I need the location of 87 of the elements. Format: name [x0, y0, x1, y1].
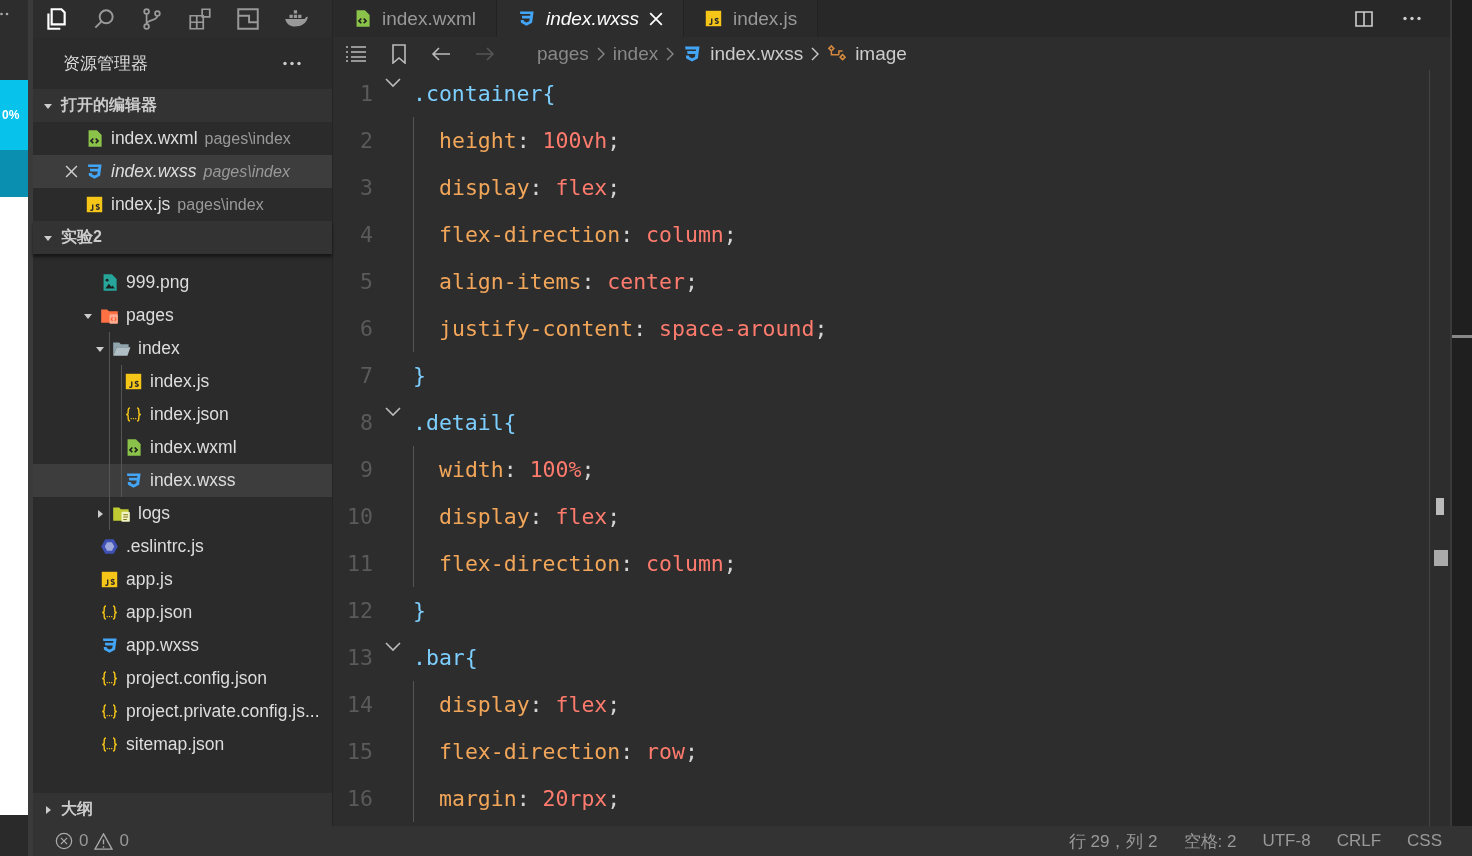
- zoom-level: 0%: [2, 108, 20, 122]
- code-line: flex-direction: column;: [413, 540, 737, 587]
- braces-icon: [124, 405, 143, 424]
- encoding[interactable]: UTF-8: [1262, 831, 1311, 851]
- code-line: display: flex;: [413, 493, 621, 540]
- code-line: height: 100vh;: [413, 117, 621, 164]
- tree-item[interactable]: .eslintrc.js: [33, 530, 332, 563]
- tree-item[interactable]: project.private.config.js...: [33, 695, 332, 728]
- js-file-icon: [124, 372, 143, 391]
- tree-item[interactable]: app.wxss: [33, 629, 332, 662]
- layout-icon[interactable]: [235, 5, 261, 32]
- code-line: .bar{: [413, 644, 478, 672]
- code-line: align-items: center;: [413, 258, 698, 305]
- split-editor-icon[interactable]: [1354, 8, 1374, 29]
- indentation[interactable]: 空格: 2: [1183, 829, 1237, 853]
- fold-chevron-icon[interactable]: [385, 78, 401, 88]
- tree-item[interactable]: project.config.json: [33, 662, 332, 695]
- css-file-icon: [517, 9, 536, 28]
- chevron-right-icon: [596, 46, 605, 61]
- braces-icon: [100, 702, 119, 721]
- code-line: }: [413, 362, 426, 390]
- error-icon[interactable]: [55, 832, 73, 850]
- chevron-right-icon: [666, 46, 675, 61]
- code-line: width: 100%;: [413, 446, 595, 493]
- tree-item[interactable]: index.js: [33, 365, 332, 398]
- css-file-icon: [100, 636, 119, 655]
- code-line: display: flex;: [413, 681, 621, 728]
- bookmark-icon[interactable]: [391, 43, 407, 64]
- error-count: 0: [79, 831, 89, 851]
- tree-item[interactable]: app.json: [33, 596, 332, 629]
- tree-item[interactable]: index.json: [33, 398, 332, 431]
- breadcrumb-item[interactable]: index: [612, 42, 659, 65]
- tree-item[interactable]: index.wxss: [33, 464, 332, 497]
- breadcrumb-item[interactable]: pages: [537, 42, 589, 65]
- open-editor-item[interactable]: index.js pages\index: [33, 188, 332, 221]
- breadcrumb-item[interactable]: index.wxss: [710, 42, 804, 65]
- scrollbar-thumb[interactable]: [1436, 498, 1444, 515]
- braces-icon: [100, 603, 119, 622]
- fold-chevron-icon[interactable]: [385, 407, 401, 417]
- explorer-title: 资源管理器: [63, 52, 148, 75]
- section-header[interactable]: 实验2: [33, 221, 332, 254]
- js-file-icon: [100, 570, 119, 589]
- tree-item[interactable]: logs: [33, 497, 332, 530]
- section-header[interactable]: 打开的编辑器: [33, 89, 332, 122]
- list-icon[interactable]: [345, 44, 367, 63]
- css-file-icon: [85, 162, 104, 181]
- warning-count: 0: [119, 831, 129, 851]
- back-arrow-icon[interactable]: [431, 45, 451, 62]
- open-editor-item[interactable]: index.wxml pages\index: [33, 122, 332, 155]
- code-line: flex-direction: row;: [413, 728, 698, 775]
- code-line: margin: 20rpx;: [413, 775, 621, 822]
- tree-item[interactable]: 999.png: [33, 266, 332, 299]
- more-icon[interactable]: [1402, 16, 1422, 21]
- code-line: display: flex;: [413, 164, 621, 211]
- tree-item[interactable]: index: [33, 332, 332, 365]
- fold-chevron-icon[interactable]: [385, 642, 401, 652]
- line-ending[interactable]: CRLF: [1336, 831, 1382, 851]
- section-header[interactable]: 大纲: [33, 793, 332, 826]
- warning-icon[interactable]: [94, 832, 114, 850]
- cursor-position[interactable]: 行 29，列 2: [1068, 829, 1158, 853]
- more-icon[interactable]: [0, 12, 10, 16]
- breadcrumb-item[interactable]: image: [855, 42, 907, 65]
- more-icon[interactable]: [282, 60, 302, 66]
- js-file-icon: [703, 9, 723, 28]
- code-line: justify-content: space-around;: [413, 305, 828, 352]
- tree-item[interactable]: sitemap.json: [33, 728, 332, 761]
- hexagon-icon: [100, 537, 119, 556]
- structure-icon: [827, 43, 848, 64]
- braces-icon: [100, 669, 119, 688]
- code-line: .container{: [413, 80, 556, 108]
- editor-tab[interactable]: index.wxss: [497, 0, 684, 37]
- chevron-right-icon: [811, 46, 820, 61]
- css-file-icon: [124, 471, 143, 490]
- tree-item[interactable]: pages: [33, 299, 332, 332]
- code-line: flex-direction: column;: [413, 211, 737, 258]
- close-icon[interactable]: [65, 165, 78, 178]
- js-file-icon: [85, 195, 104, 214]
- simulator-nav-bar: [0, 150, 28, 197]
- cursor-marker: [1434, 550, 1448, 566]
- code-line: .detail{: [413, 409, 517, 437]
- code-line: }: [413, 597, 426, 625]
- language-mode[interactable]: CSS: [1407, 831, 1442, 851]
- tree-item[interactable]: app.js: [33, 563, 332, 596]
- open-editor-item[interactable]: index.wxss pages\index: [33, 155, 332, 188]
- braces-icon: [100, 735, 119, 754]
- blocks-icon[interactable]: [187, 5, 213, 32]
- tree-item[interactable]: index.wxml: [33, 431, 332, 464]
